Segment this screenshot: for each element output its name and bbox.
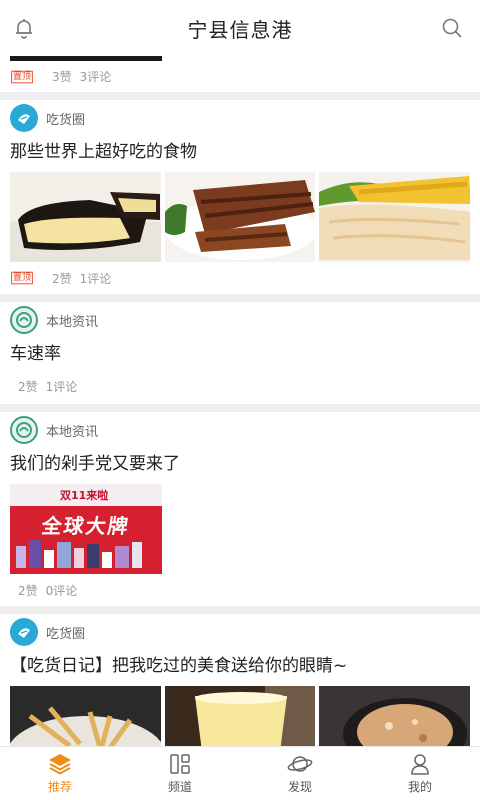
divider [0, 294, 480, 302]
avatar[interactable] [10, 416, 38, 444]
grid-icon [170, 753, 190, 774]
tab-channels[interactable]: 频道 [120, 747, 240, 800]
divider [0, 606, 480, 614]
avatar[interactable] [10, 306, 38, 334]
likes-count: 2赞 [18, 379, 38, 394]
post-title[interactable]: 我们的剁手党又要来了 [10, 450, 470, 478]
card-meta: 吃货圈 [10, 100, 470, 136]
food-image-dish[interactable] [319, 686, 471, 746]
food-image-fries[interactable] [10, 686, 161, 746]
tab-discover[interactable]: 发现 [240, 747, 360, 800]
tab-recommend[interactable]: 推荐 [0, 747, 120, 800]
tab-label: 推荐 [47, 779, 72, 794]
tab-mine[interactable]: 我的 [360, 747, 480, 800]
list-item[interactable]: 本地资讯 我们的剁手党又要来了 双11来啦 全球大牌 2赞 0评论 [0, 412, 480, 606]
app-screen: 宁县信息港 置顶 3赞 3评论 吃货圈 那些世界上超好吃的食物 置顶 2赞 1评… [0, 0, 480, 800]
likes-count: 2赞 [18, 583, 38, 598]
bottom-tab-bar: 推荐 频道 发现 我的 [0, 746, 480, 800]
cut-off-image [10, 56, 162, 61]
channel-name[interactable]: 吃货圈 [46, 623, 85, 642]
list-item[interactable]: 置顶 3赞 3评论 [0, 56, 480, 92]
comments-count: 1评论 [45, 379, 78, 394]
user-icon [411, 753, 429, 775]
list-item[interactable]: 本地资讯 车速率 2赞 1评论 [0, 302, 480, 404]
pinned-badge: 置顶 [11, 70, 33, 83]
bell-icon[interactable] [10, 14, 38, 42]
page-title: 宁县信息港 [187, 17, 293, 42]
item-stats: 置顶 3赞 3评论 [10, 68, 111, 85]
item-stats: 置顶 2赞 1评论 [10, 262, 470, 294]
food-image-fish[interactable] [319, 172, 471, 262]
avatar[interactable] [10, 618, 38, 646]
list-item[interactable]: 吃货圈 【吃货日记】把我吃过的美食送给你的眼睛~ [0, 614, 480, 746]
post-title[interactable]: 车速率 [10, 340, 470, 368]
comments-count: 3评论 [79, 70, 112, 84]
card-meta: 本地资讯 [10, 302, 470, 338]
tab-label: 频道 [167, 779, 192, 794]
tab-label: 发现 [287, 779, 312, 794]
image-row[interactable] [10, 172, 471, 262]
app-header: 宁县信息港 [0, 0, 480, 56]
card-meta: 吃货圈 [10, 614, 470, 650]
channel-name[interactable]: 本地资讯 [46, 311, 98, 330]
channel-name[interactable]: 吃货圈 [46, 109, 85, 128]
channel-name[interactable]: 本地资讯 [46, 421, 98, 440]
tab-label: 我的 [407, 779, 432, 794]
likes-count: 3赞 [52, 70, 72, 84]
card-meta: 本地资讯 [10, 412, 470, 448]
image-row[interactable]: 双11来啦 全球大牌 [10, 484, 470, 574]
pinned-badge: 置顶 [11, 271, 33, 285]
item-stats: 2赞 1评论 [10, 368, 470, 404]
food-image-drink[interactable] [164, 686, 316, 746]
food-image-ribs[interactable] [164, 172, 316, 262]
banner-main-text: 全球大牌 [40, 514, 132, 538]
promo-banner-image[interactable]: 双11来啦 全球大牌 [10, 484, 162, 574]
divider [0, 92, 480, 100]
banner-top-text: 双11来啦 [60, 489, 109, 502]
post-title[interactable]: 那些世界上超好吃的食物 [10, 138, 470, 166]
likes-count: 2赞 [52, 271, 72, 286]
avatar[interactable] [10, 104, 38, 132]
list-item[interactable]: 吃货圈 那些世界上超好吃的食物 置顶 2赞 1评论 [0, 100, 480, 294]
image-row[interactable] [10, 686, 471, 746]
food-image-cake[interactable] [10, 172, 161, 262]
item-stats: 2赞 0评论 [10, 574, 470, 606]
divider [0, 404, 480, 412]
post-title[interactable]: 【吃货日记】把我吃过的美食送给你的眼睛~ [10, 652, 470, 680]
comments-count: 0评论 [45, 583, 78, 598]
layers-icon [49, 753, 71, 775]
search-icon[interactable] [438, 14, 466, 42]
planet-icon [287, 755, 313, 772]
news-feed[interactable]: 置顶 3赞 3评论 吃货圈 那些世界上超好吃的食物 置顶 2赞 1评论 本地资讯… [0, 56, 480, 746]
comments-count: 1评论 [79, 271, 112, 286]
